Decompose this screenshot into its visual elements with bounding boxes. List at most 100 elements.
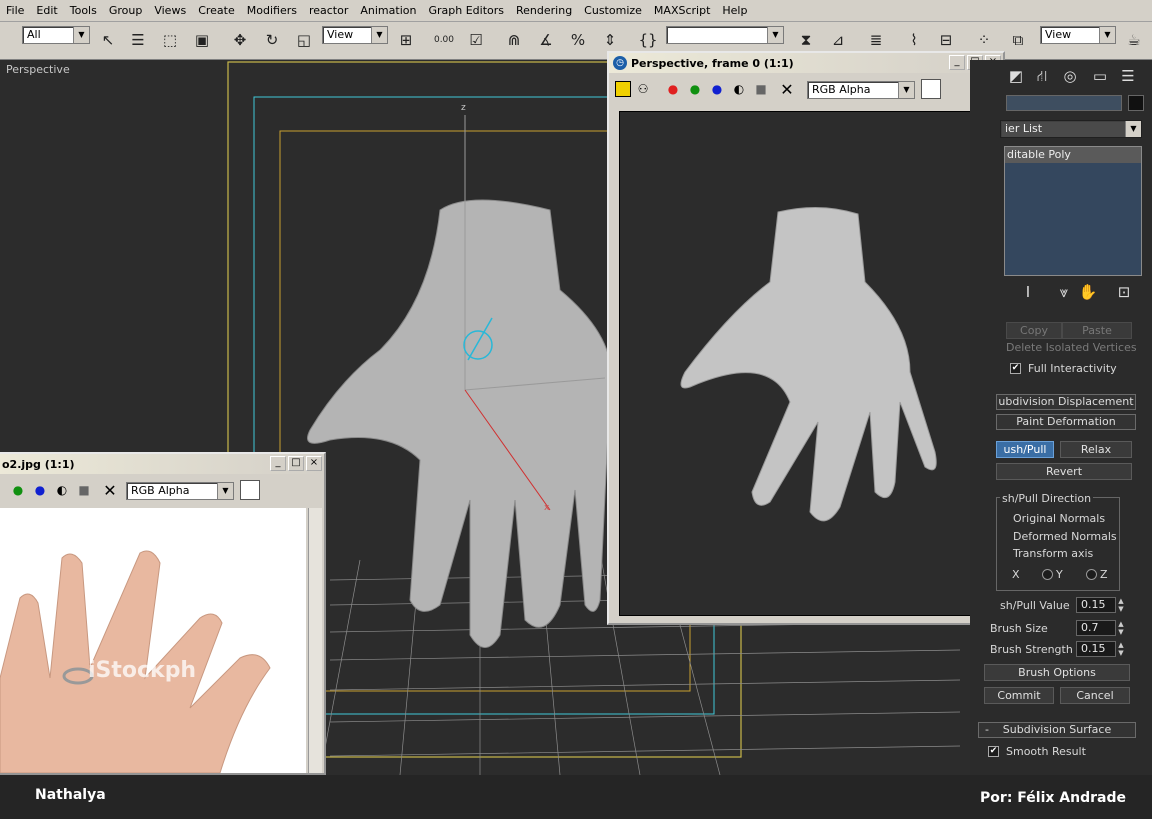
hierarchy-tab-icon[interactable]: ⛙: [1030, 64, 1054, 88]
keyboard-shortcut-icon[interactable]: ☑: [464, 28, 488, 52]
clone-window-icon[interactable]: ⚇: [635, 81, 651, 97]
clear-icon[interactable]: ✕: [779, 80, 795, 99]
render-view-dropdown[interactable]: View ▼: [1040, 26, 1116, 44]
color-swatch[interactable]: [921, 79, 941, 99]
percent-snap-icon[interactable]: %: [566, 28, 590, 52]
subdivision-surface-rollout[interactable]: - Subdivision Surface: [978, 722, 1136, 738]
menu-tools[interactable]: Tools: [64, 0, 103, 22]
green-channel-icon[interactable]: ●: [687, 81, 703, 97]
full-interactivity-checkbox[interactable]: ✔: [1010, 363, 1021, 374]
frame-buffer-window[interactable]: ◷ Perspective, frame 0 (1:1) _ □ × ⚇ ● ●…: [607, 51, 1005, 625]
viewport-label[interactable]: Perspective: [6, 63, 70, 76]
stack-item-editable-poly[interactable]: ditable Poly: [1005, 147, 1141, 163]
cancel-button[interactable]: Cancel: [1060, 687, 1130, 704]
pin-stack-icon[interactable]: Ⅰ: [1016, 280, 1040, 304]
object-name-field[interactable]: [1006, 95, 1122, 111]
align-icon[interactable]: ⊿: [826, 28, 850, 52]
render-icon[interactable]: ☕: [1122, 28, 1146, 52]
axis-y-radio[interactable]: [1042, 569, 1053, 580]
monochrome-icon[interactable]: ■: [76, 482, 92, 498]
select-icon[interactable]: ↖: [96, 28, 120, 52]
channel-dropdown[interactable]: RGB Alpha ▼: [126, 482, 234, 500]
axis-z-option[interactable]: Z: [1100, 568, 1108, 581]
rotate-icon[interactable]: ↻: [260, 28, 284, 52]
save-image-icon[interactable]: [615, 81, 631, 97]
snap-icon[interactable]: ⋒: [502, 28, 526, 52]
rect-region-icon[interactable]: ⬚: [158, 28, 182, 52]
motion-tab-icon[interactable]: ◎: [1058, 64, 1082, 88]
alpha-channel-icon[interactable]: ◐: [54, 482, 70, 498]
axis-x-option[interactable]: X: [1012, 568, 1020, 581]
deformed-normals-option[interactable]: Deformed Normals: [1013, 530, 1117, 543]
menu-graph-editors[interactable]: Graph Editors: [422, 0, 510, 22]
vertical-scrollbar[interactable]: [308, 508, 322, 773]
window-crossing-icon[interactable]: ▣: [190, 28, 214, 52]
push-pull-button[interactable]: ush/Pull: [996, 441, 1054, 458]
smooth-result-checkbox[interactable]: ✔: [988, 746, 999, 757]
select-by-name-icon[interactable]: ☰: [126, 28, 150, 52]
push-pull-value-spinner[interactable]: 0.15: [1076, 597, 1116, 613]
menu-customize[interactable]: Customize: [578, 0, 648, 22]
pivot-icon[interactable]: ⊞: [394, 28, 418, 52]
spinner-arrows-icon[interactable]: ▲ ▼: [1116, 620, 1126, 636]
angle-snap-icon[interactable]: ∡: [534, 28, 558, 52]
menu-file[interactable]: File: [0, 0, 30, 22]
commit-button[interactable]: Commit: [984, 687, 1054, 704]
reference-image-window[interactable]: o2.jpg (1:1) _ □ × ● ● ◐ ■ ✕ RGB Alpha ▼…: [0, 452, 326, 775]
curve-editor-icon[interactable]: ⌇: [902, 28, 926, 52]
alpha-channel-icon[interactable]: ◐: [731, 81, 747, 97]
transform-axis-option[interactable]: Transform axis: [1013, 547, 1093, 560]
subdivision-displacement-rollout[interactable]: ubdivision Displacement: [996, 394, 1136, 410]
modify-tab-icon[interactable]: ◩: [1004, 64, 1028, 88]
scale-icon[interactable]: ◱: [292, 28, 316, 52]
reference-coord-dropdown[interactable]: View ▼: [322, 26, 388, 44]
configure-sets-icon[interactable]: ⊡: [1112, 280, 1136, 304]
paste-button[interactable]: Paste: [1062, 322, 1132, 339]
render-setup-icon[interactable]: ⧉: [1006, 28, 1030, 52]
named-selection-dropdown[interactable]: ▼: [666, 26, 784, 44]
menu-reactor[interactable]: reactor: [303, 0, 354, 22]
spinner-arrows-icon[interactable]: ▲ ▼: [1116, 597, 1126, 613]
brush-options-button[interactable]: Brush Options: [984, 664, 1130, 681]
close-button[interactable]: ×: [306, 456, 322, 471]
material-editor-icon[interactable]: ⁘: [972, 28, 996, 52]
brush-size-spinner[interactable]: 0.7: [1076, 620, 1116, 636]
original-normals-option[interactable]: Original Normals: [1013, 512, 1105, 525]
relax-button[interactable]: Relax: [1060, 441, 1132, 458]
menu-create[interactable]: Create: [192, 0, 241, 22]
paint-deformation-rollout[interactable]: Paint Deformation: [996, 414, 1136, 430]
channel-dropdown[interactable]: RGB Alpha ▼: [807, 81, 915, 99]
color-swatch[interactable]: [240, 480, 260, 500]
menu-edit[interactable]: Edit: [30, 0, 63, 22]
menu-group[interactable]: Group: [103, 0, 149, 22]
show-end-result-icon[interactable]: ⩔: [1052, 280, 1076, 304]
frame-buffer-titlebar[interactable]: ◷ Perspective, frame 0 (1:1): [609, 53, 1003, 73]
brush-strength-spinner[interactable]: 0.15: [1076, 641, 1116, 657]
revert-button[interactable]: Revert: [996, 463, 1132, 480]
minimize-button[interactable]: _: [949, 55, 965, 70]
menu-modifiers[interactable]: Modifiers: [241, 0, 303, 22]
red-channel-icon[interactable]: ●: [665, 81, 681, 97]
menu-views[interactable]: Views: [148, 0, 192, 22]
menu-rendering[interactable]: Rendering: [510, 0, 578, 22]
monochrome-icon[interactable]: ■: [753, 81, 769, 97]
copy-button[interactable]: Copy: [1006, 322, 1062, 339]
menu-help[interactable]: Help: [716, 0, 753, 22]
edit-named-sel-icon[interactable]: {}: [636, 28, 660, 52]
spinner-snap-icon[interactable]: ⇕: [598, 28, 622, 52]
axis-z-radio[interactable]: [1086, 569, 1097, 580]
display-tab-icon[interactable]: ▭: [1088, 64, 1112, 88]
object-color-swatch[interactable]: [1128, 95, 1144, 111]
layers-icon[interactable]: ≣: [864, 28, 888, 52]
maximize-button[interactable]: □: [288, 456, 304, 471]
utilities-tab-icon[interactable]: ☰: [1116, 64, 1140, 88]
make-unique-icon[interactable]: ✋: [1076, 280, 1100, 304]
blue-channel-icon[interactable]: ●: [709, 81, 725, 97]
axis-y-option[interactable]: Y: [1056, 568, 1063, 581]
schematic-icon[interactable]: ⊟: [934, 28, 958, 52]
menu-maxscript[interactable]: MAXScript: [648, 0, 716, 22]
menu-animation[interactable]: Animation: [354, 0, 422, 22]
modifier-stack[interactable]: ditable Poly: [1004, 146, 1142, 276]
spinner-arrows-icon[interactable]: ▲ ▼: [1116, 641, 1126, 657]
clear-icon[interactable]: ✕: [102, 481, 118, 500]
